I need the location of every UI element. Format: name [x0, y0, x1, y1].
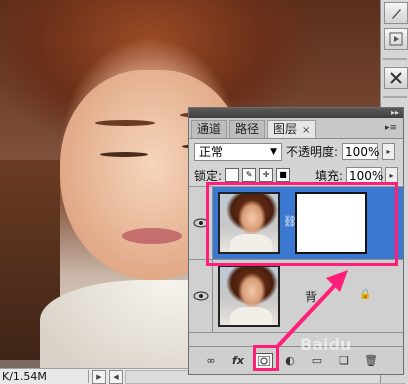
watermark: Baidu [300, 335, 352, 354]
annotation-arrows [276, 270, 348, 348]
